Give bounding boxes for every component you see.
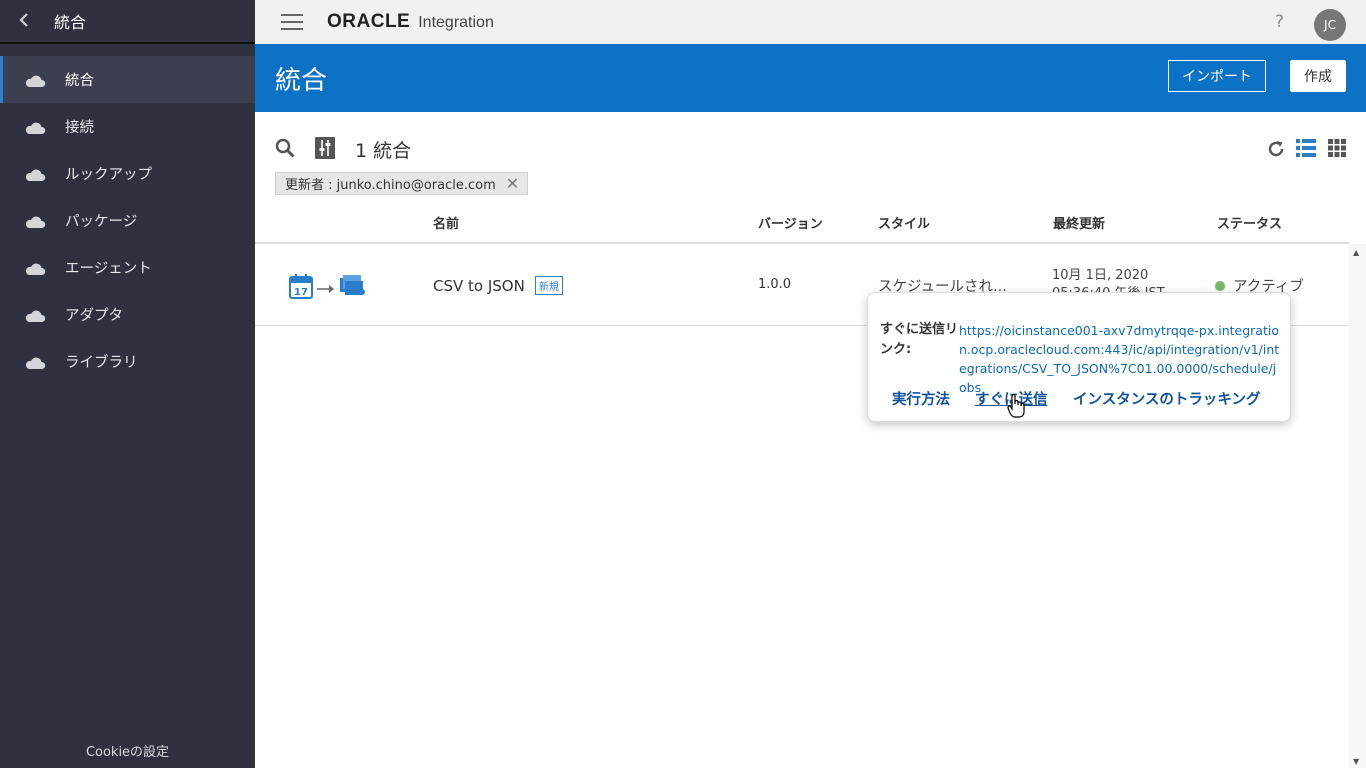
column-header-status[interactable]: ステータス <box>1217 213 1282 232</box>
user-avatar[interactable]: JC <box>1314 9 1346 41</box>
sidebar-item-label: アダプタ <box>65 308 123 324</box>
sidebar: 統合 統合 接続 ルックアップ パッケージ エージェント アダプタ ライブラリ … <box>0 0 255 768</box>
logo-brand: ORACLE <box>327 11 411 32</box>
app-connection-icon <box>339 274 365 302</box>
integration-pattern: 17 <box>289 273 365 303</box>
track-instances-link[interactable]: インスタンスのトラッキング <box>1073 388 1260 409</box>
app-root: 統合 統合 接続 ルックアップ パッケージ エージェント アダプタ ライブラリ … <box>0 0 1366 768</box>
submit-now-link-label: すぐに送信リンク: <box>880 322 959 357</box>
logo-product: Integration <box>418 14 494 31</box>
list-view-icon[interactable] <box>1296 139 1316 157</box>
sidebar-item-packages[interactable]: パッケージ <box>0 197 255 244</box>
refresh-icon[interactable] <box>1266 139 1286 159</box>
cloud-icon <box>24 120 46 134</box>
page-banner: 統合 インポート 作成 <box>255 44 1366 112</box>
sidebar-item-connections[interactable]: 接続 <box>0 103 255 150</box>
table-header: 名前 バージョン スタイル 最終更新 ステータス <box>255 200 1349 244</box>
sidebar-item-label: 統合 <box>65 73 94 89</box>
help-icon[interactable]: ? <box>1275 12 1284 32</box>
cloud-icon <box>24 167 46 181</box>
oracle-integration-logo: ORACLE Integration <box>327 11 494 33</box>
sidebar-item-libraries[interactable]: ライブラリ <box>0 338 255 385</box>
hand-cursor-icon <box>1007 393 1025 419</box>
grid-view-icon[interactable] <box>1328 139 1346 157</box>
top-bar: ORACLE Integration ? JC <box>255 0 1366 44</box>
cloud-icon <box>24 214 46 228</box>
result-count: 1 統合 <box>355 140 412 162</box>
sidebar-item-label: ルックアップ <box>65 167 152 183</box>
sidebar-list: 統合 接続 ルックアップ パッケージ エージェント アダプタ ライブラリ <box>0 56 255 385</box>
cookie-settings-link[interactable]: Cookieの設定 <box>0 741 255 760</box>
integration-version: 1.0.0 <box>758 277 792 292</box>
column-header-updated[interactable]: 最終更新 <box>1053 213 1105 232</box>
arrow-right-icon <box>317 279 335 298</box>
sidebar-item-integrations[interactable]: 統合 <box>0 56 255 103</box>
cloud-icon <box>24 73 46 87</box>
sidebar-header: 統合 <box>0 0 255 44</box>
sidebar-item-adapters[interactable]: アダプタ <box>0 291 255 338</box>
list-toolbar: 1 統合 更新者 : junko.chino@oracle.com ✕ <box>255 112 1366 195</box>
new-badge: 新規 <box>534 276 563 295</box>
filter-icon[interactable] <box>315 137 335 159</box>
cloud-icon <box>24 261 46 275</box>
vertical-scrollbar[interactable]: ▲ ▼ <box>1349 244 1366 768</box>
filter-chip: 更新者 : junko.chino@oracle.com ✕ <box>275 172 529 195</box>
column-header-style[interactable]: スタイル <box>878 213 930 232</box>
page-title: 統合 <box>275 66 328 96</box>
cloud-icon <box>24 308 46 322</box>
search-icon[interactable] <box>275 138 295 158</box>
updated-date: 10月 1日, 2020 <box>1052 268 1149 283</box>
cloud-icon <box>24 355 46 369</box>
column-header-version[interactable]: バージョン <box>758 213 823 232</box>
submit-now-popup: すぐに送信リンク: https://oicinstance001-axv7dmy… <box>867 292 1291 422</box>
sidebar-item-label: パッケージ <box>65 214 138 230</box>
how-to-run-link[interactable]: 実行方法 <box>892 388 950 409</box>
back-icon[interactable] <box>18 9 54 33</box>
column-header-name[interactable]: 名前 <box>433 213 459 232</box>
sidebar-item-lookups[interactable]: ルックアップ <box>0 150 255 197</box>
sidebar-item-label: エージェント <box>65 261 152 277</box>
svg-text:17: 17 <box>294 287 308 298</box>
calendar-icon: 17 <box>289 273 313 303</box>
hamburger-menu-icon[interactable] <box>281 14 303 30</box>
close-icon[interactable]: ✕ <box>506 175 519 192</box>
submit-now-link-url[interactable]: https://oicinstance001-axv7dmytrqqe-px.i… <box>959 321 1281 397</box>
filter-chip-label: 更新者 : junko.chino@oracle.com <box>285 178 496 193</box>
scroll-up-icon[interactable]: ▲ <box>1353 248 1359 257</box>
sidebar-item-label: ライブラリ <box>65 355 138 371</box>
scroll-down-icon[interactable]: ▼ <box>1353 757 1359 766</box>
integration-name-text: CSV to JSON <box>433 276 525 295</box>
status-dot-icon <box>1215 280 1225 291</box>
import-button[interactable]: インポート <box>1168 60 1266 92</box>
sidebar-item-label: 接続 <box>65 120 94 136</box>
sidebar-title: 統合 <box>54 13 87 32</box>
create-button[interactable]: 作成 <box>1290 60 1346 92</box>
integration-name[interactable]: CSV to JSON 新規 <box>433 276 563 295</box>
sidebar-item-agents[interactable]: エージェント <box>0 244 255 291</box>
